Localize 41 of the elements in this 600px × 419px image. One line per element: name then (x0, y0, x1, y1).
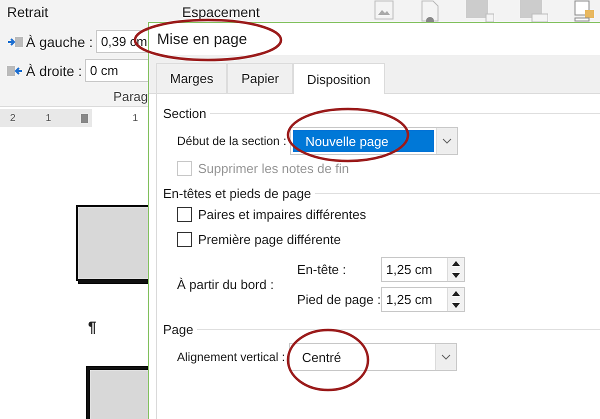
document-icon[interactable] (420, 0, 440, 22)
group-label: Parag (113, 89, 148, 104)
field-label: À partir du bord : (177, 277, 275, 292)
field-label: Alignement vertical : (177, 350, 286, 364)
spin-up-icon[interactable] (452, 261, 460, 266)
vertical-alignment-dropdown[interactable]: Centré (289, 343, 458, 371)
ruler-number: 2 (10, 112, 16, 124)
field-label: Début de la section : (177, 134, 286, 148)
section-title: Page (163, 322, 194, 337)
spin-field[interactable]: 1,25 cm (381, 287, 465, 312)
screen-icon[interactable] (574, 0, 594, 22)
section-title: Section (163, 106, 206, 121)
spin-up-icon[interactable] (452, 291, 460, 296)
field-label: En-tête : (297, 262, 348, 277)
tab[interactable]: Disposition (292, 63, 385, 94)
group-title: Retrait (7, 4, 50, 20)
ruler-number: 1 (46, 112, 52, 124)
spin-field[interactable]: 1,25 cm (381, 257, 465, 282)
checkbox[interactable] (177, 232, 192, 247)
image-icon[interactable] (374, 0, 394, 20)
checkbox[interactable] (177, 207, 192, 222)
field-label: Pied de page : (297, 292, 381, 307)
field-label: À gauche : (26, 34, 93, 50)
field-label: À droite : (26, 62, 82, 78)
checkbox-label: Première page différente (198, 232, 341, 247)
tab[interactable]: Papier (227, 63, 293, 93)
chevron-down-icon (441, 354, 452, 360)
section-title: En-têtes et pieds de page (163, 186, 312, 201)
ruler-number: 1 (132, 112, 138, 124)
checkbox-label: Supprimer les notes de fin (198, 161, 350, 176)
spin-down-icon[interactable] (452, 272, 460, 278)
group-title: Espacement (182, 4, 260, 20)
checkbox-label: Paires et impaires différentes (198, 207, 366, 222)
chevron-down-icon (442, 138, 452, 144)
indent-right-icon (7, 64, 23, 76)
indent-left-icon (7, 36, 23, 48)
indent-marker[interactable] (81, 114, 88, 122)
spin-down-icon[interactable] (452, 302, 460, 308)
tab[interactable]: Marges (156, 63, 228, 93)
paragraph-mark: ¶ (88, 319, 96, 336)
section-start-dropdown[interactable]: Nouvelle page (290, 127, 458, 155)
